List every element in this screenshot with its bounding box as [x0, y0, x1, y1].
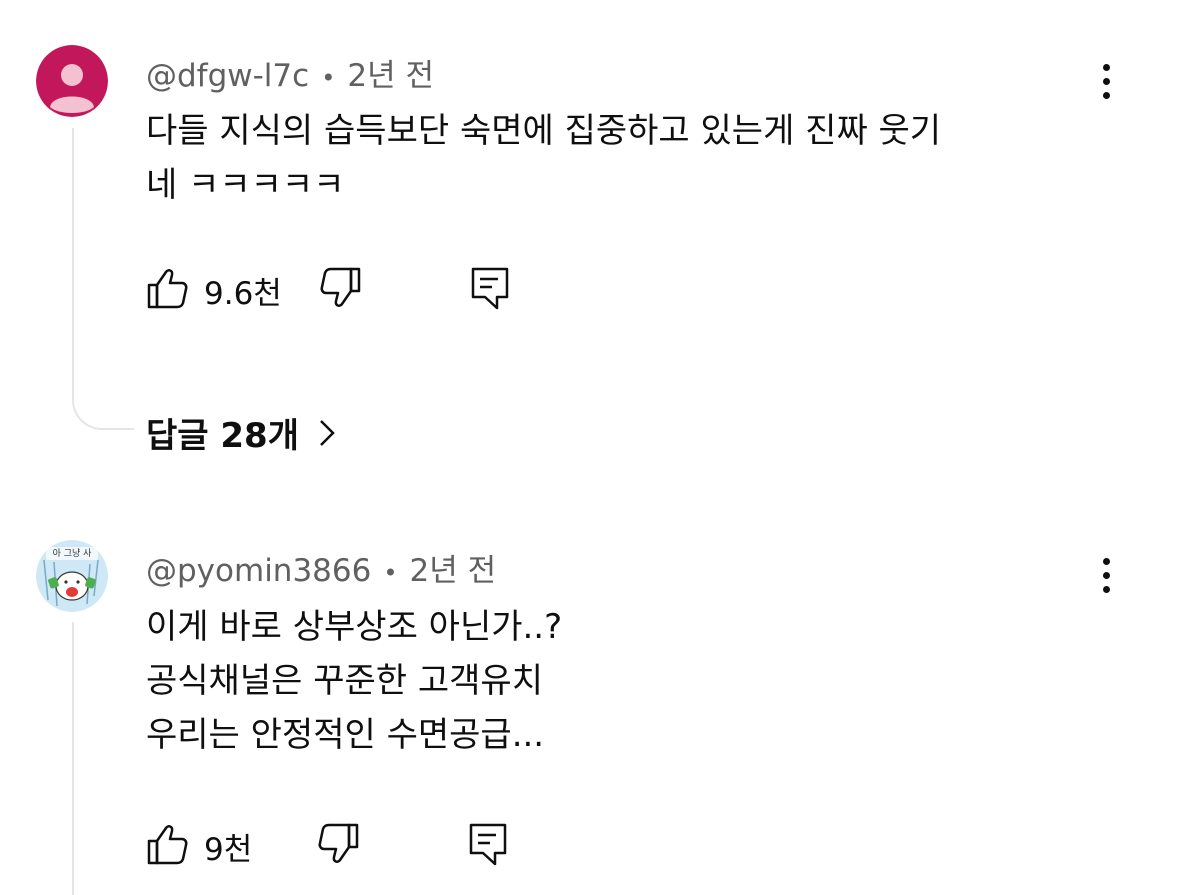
replies-label: 답글 28개 [146, 416, 299, 456]
comment-line: 우리는 안정적인 수면공급... [146, 715, 545, 755]
more-options-button[interactable] [1094, 558, 1118, 598]
comment-line: 공식채널은 꾸준한 고객유치 [146, 661, 543, 701]
comment-text: 이게 바로 상부상조 아닌가..? 공식채널은 꾸준한 고객유치 우리는 안정적… [146, 600, 562, 762]
thread-curve [72, 398, 134, 430]
like-button[interactable] [146, 822, 190, 866]
more-vert-icon [1102, 558, 1110, 565]
default-avatar-icon [36, 45, 108, 117]
comment-text: 다들 지식의 습득보단 숙면에 집중하고 있는게 진짜 웃기 네 ㅋㅋㅋㅋㅋ [146, 104, 941, 212]
reply-icon [471, 267, 509, 310]
author-name[interactable]: @pyomin3866 [146, 553, 371, 589]
dislike-button[interactable] [316, 822, 360, 866]
like-count: 9천 [204, 832, 253, 868]
reply-button[interactable] [466, 822, 510, 866]
separator-dot: • [321, 63, 336, 92]
comment-meta: @pyomin3866 • 2년 전 [146, 545, 496, 590]
reply-icon [469, 823, 507, 866]
like-count: 9.6천 [204, 276, 282, 312]
thread-line [72, 622, 74, 895]
thumbs-up-icon [147, 269, 188, 309]
comment-line: 네 ㅋㅋㅋㅋㅋ [146, 165, 345, 205]
comment-time[interactable]: 2년 전 [410, 553, 497, 589]
more-options-button[interactable] [1094, 64, 1118, 104]
comment-meta: @dfgw-l7c • 2년 전 [146, 50, 434, 95]
avatar[interactable] [36, 45, 108, 117]
thumbs-down-icon [318, 823, 359, 863]
comment-time[interactable]: 2년 전 [347, 58, 434, 94]
avatar[interactable]: 아 그냥 사 [36, 540, 108, 612]
dislike-button[interactable] [318, 266, 362, 310]
thumbs-down-icon [320, 267, 361, 307]
chevron-right-icon [317, 417, 337, 458]
reply-button[interactable] [468, 266, 512, 310]
comment-line: 다들 지식의 습득보단 숙면에 집중하고 있는게 진짜 웃기 [146, 111, 942, 151]
comment-line: 이게 바로 상부상조 아닌가..? [146, 607, 563, 647]
more-vert-icon [1102, 64, 1110, 71]
comment-actions: 9.6천 [146, 266, 546, 312]
avatar-caption: 아 그냥 사 [52, 549, 92, 559]
thread-line [72, 128, 74, 398]
author-name[interactable]: @dfgw-l7c [146, 58, 309, 94]
like-button[interactable] [146, 266, 190, 310]
view-replies-button[interactable]: 답글 28개 [146, 408, 337, 458]
comment-actions: 9천 [146, 822, 546, 868]
thumbs-up-icon [147, 825, 188, 865]
separator-dot: • [383, 558, 398, 587]
